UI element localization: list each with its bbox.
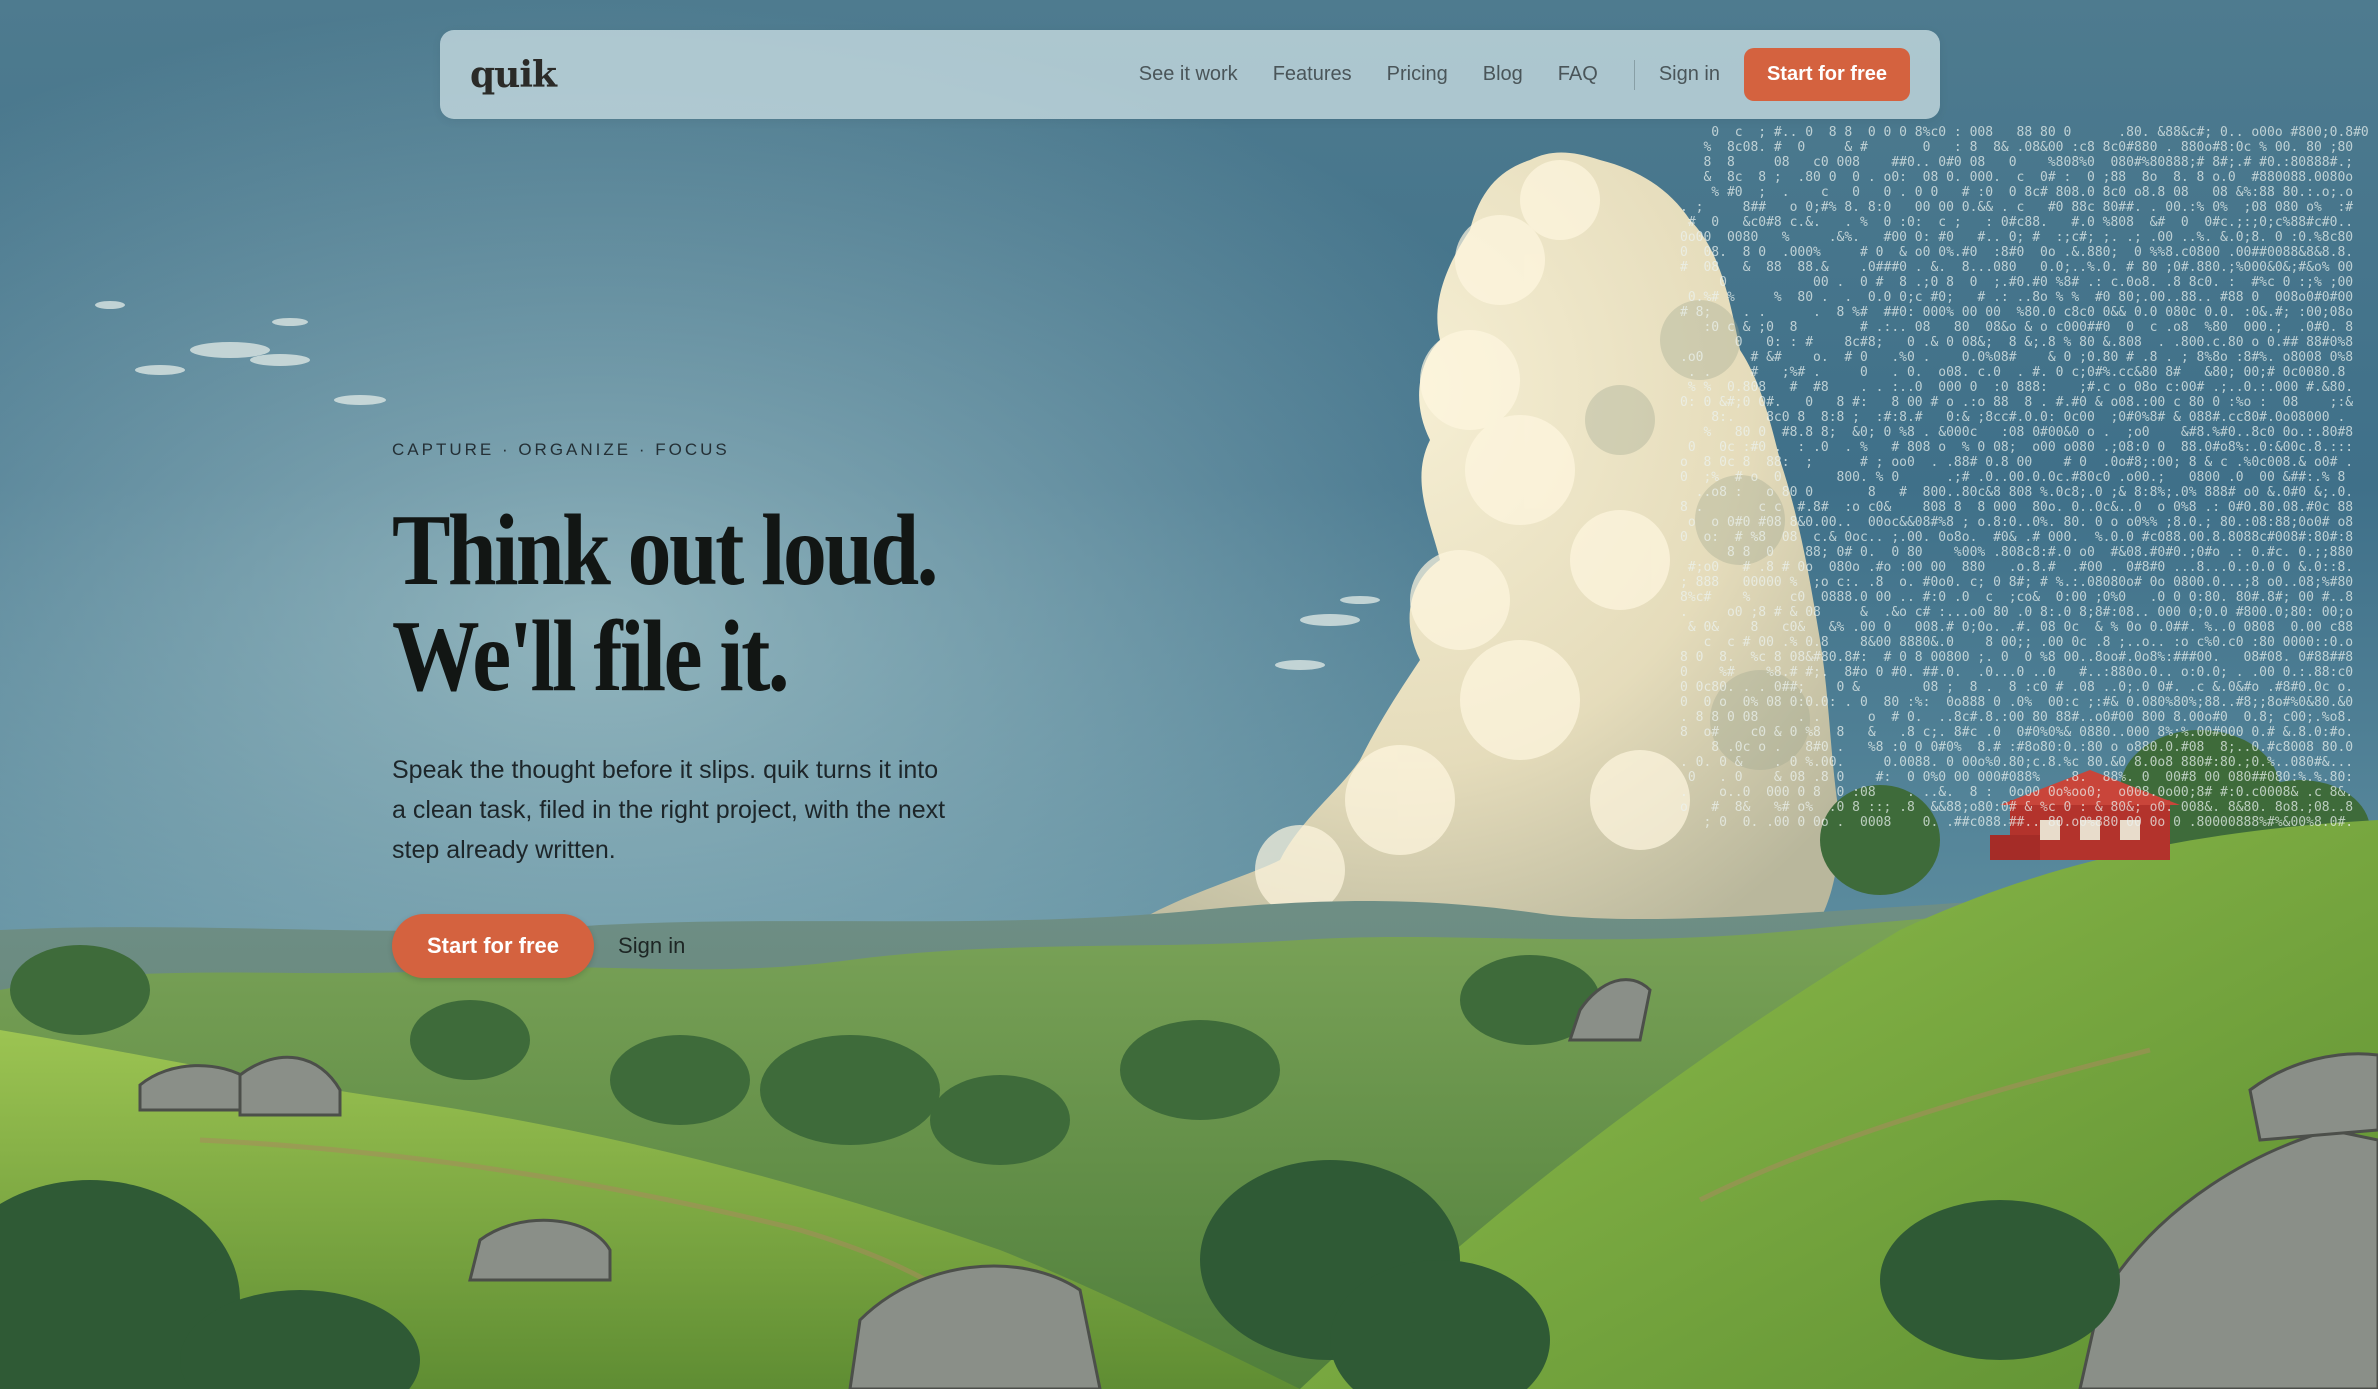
hero-actions: Start for free Sign in [392,914,1012,978]
nav-link-faq[interactable]: FAQ [1558,63,1598,86]
hero-start-for-free-button[interactable]: Start for free [392,914,595,978]
ascii-texture: 0 c ; #.. 0 8 8 0 0 0 8%c0 : 008 88 80 0… [1680,125,2369,830]
headline-line-2: We'll file it. [392,600,790,713]
nav-sign-in-link[interactable]: Sign in [1659,63,1720,86]
hero-section: CAPTURE · ORGANIZE · FOCUS Think out lou… [392,440,1012,978]
hero-headline: Think out loud. We'll file it. [392,494,939,713]
nav-link-features[interactable]: Features [1273,63,1352,86]
hero-eyebrow: CAPTURE · ORGANIZE · FOCUS [392,440,730,459]
nav-link-blog[interactable]: Blog [1483,63,1523,86]
ascii-art-overlay: 0 c ; #.. 0 8 8 0 0 0 8%c0 : 008 88 80 0… [1680,110,2370,830]
hero-subcopy: Speak the thought before it slips. quik … [392,756,946,864]
nav-link-see-it-work[interactable]: See it work [1139,63,1238,86]
headline-line-1: Think out loud. [392,494,939,607]
nav-start-for-free-button[interactable]: Start for free [1743,48,1910,101]
nav-divider [1633,59,1635,90]
quik-logo[interactable]: quik [470,54,557,96]
top-navigation: quik See it work Features Pricing Blog F… [440,30,1940,119]
hero-sign-in-link[interactable]: Sign in [618,933,685,959]
nav-link-pricing[interactable]: Pricing [1387,63,1448,86]
nav-links: See it work Features Pricing Blog FAQ [1139,63,1598,86]
